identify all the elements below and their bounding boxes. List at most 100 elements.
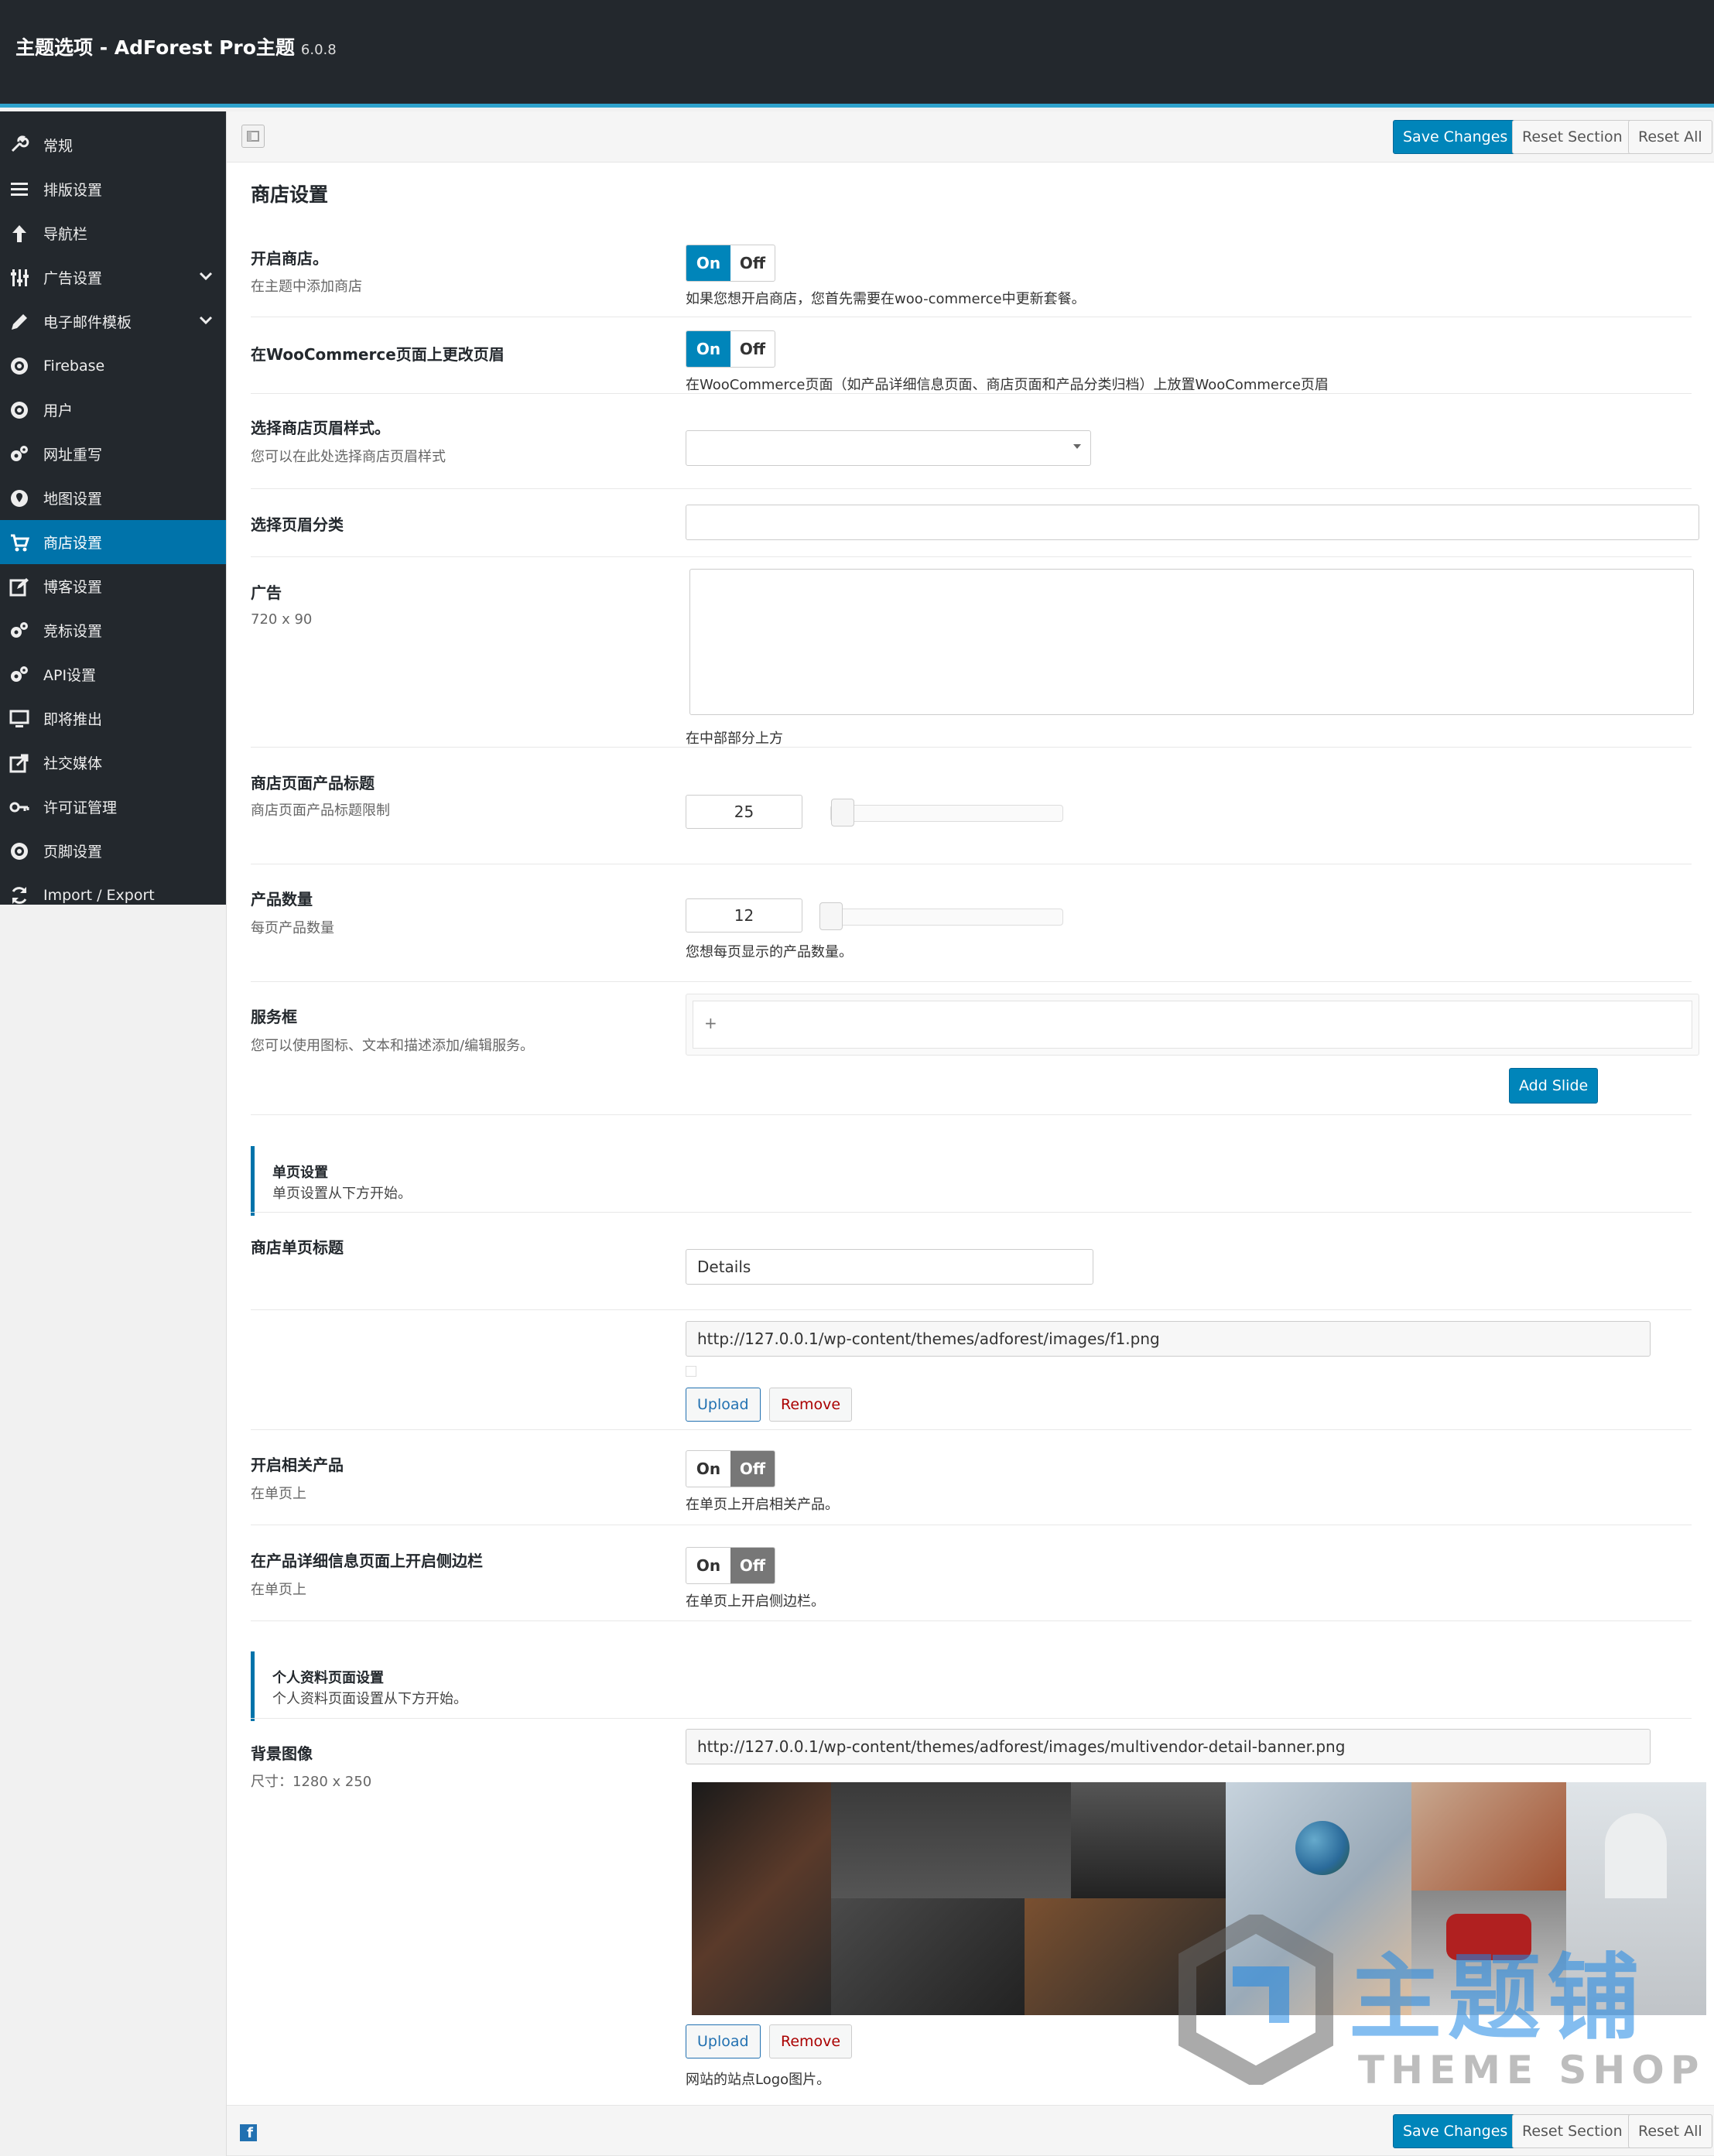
sidebar-item[interactable]: 博客设置	[0, 564, 226, 608]
header-category-label: 选择页眉分类	[251, 515, 344, 534]
divider	[251, 1718, 1692, 1719]
toggle-off[interactable]: Off	[730, 245, 775, 281]
sidebar-item[interactable]: 地图设置	[0, 476, 226, 520]
woo-header-desc: 在WooCommerce页面（如产品详细信息页面、商店页面和产品分类归档）上放置…	[686, 377, 1329, 393]
cogs-icon	[9, 665, 29, 685]
reset-section-button[interactable]: Reset Section	[1512, 120, 1633, 154]
watermark-subtext: THEME SHOP	[1358, 2048, 1705, 2093]
single-title-input[interactable]: Details	[686, 1249, 1093, 1285]
toggle-off[interactable]: Off	[730, 1548, 775, 1583]
sidebar-item[interactable]: 即将推出	[0, 696, 226, 741]
version-badge: 6.0.8	[300, 42, 337, 58]
top-toolbar: Save Changes Reset Section Reset All	[227, 111, 1714, 163]
add-slide-button[interactable]: Add Slide	[1509, 1068, 1599, 1104]
divider	[251, 747, 1692, 748]
sidebar-item[interactable]: 排版设置	[0, 167, 226, 211]
sidebar-item[interactable]: 商店设置	[0, 520, 226, 564]
divider	[251, 1309, 1692, 1310]
related-toggle[interactable]: On Off	[686, 1450, 775, 1487]
sidebar-item[interactable]: Import / Export	[0, 873, 226, 917]
sidebar-item-label: 许可证管理	[43, 799, 118, 816]
service-slide-accordion[interactable]: +	[693, 1001, 1692, 1049]
single-image-url[interactable]: http://127.0.0.1/wp-content/themes/adfor…	[686, 1321, 1651, 1357]
sliders-icon	[9, 268, 29, 288]
product-count-slider-track[interactable]	[819, 909, 1063, 926]
header-style-select[interactable]	[686, 430, 1091, 466]
divider	[251, 393, 1692, 394]
cog-circle-icon	[9, 356, 29, 376]
open-shop-toggle[interactable]: On Off	[686, 245, 775, 282]
sidebar-item-label: 电子邮件模板	[43, 314, 132, 331]
single-image-upload-button[interactable]: Upload	[686, 1388, 761, 1422]
save-changes-button[interactable]: Save Changes	[1393, 2114, 1518, 2148]
toggle-off[interactable]: Off	[730, 331, 775, 367]
toggle-on[interactable]: On	[686, 331, 730, 367]
bg-image-remove-button[interactable]: Remove	[769, 2024, 853, 2058]
product-count-input[interactable]: 12	[686, 898, 802, 933]
info-title: 个人资料页面设置	[272, 1670, 384, 1686]
reset-all-button[interactable]: Reset All	[1628, 2114, 1712, 2148]
toggle-on[interactable]: On	[686, 1451, 730, 1487]
edit-icon	[9, 577, 29, 597]
sidebar-item-label: 博客设置	[43, 579, 103, 596]
sidebar-item-label: 用户	[43, 402, 74, 419]
sidebar-item-label: API设置	[43, 667, 97, 684]
toggle-on[interactable]: On	[686, 245, 730, 281]
header-category-select[interactable]	[686, 505, 1699, 540]
divider	[251, 1620, 1692, 1621]
watermark: 主题铺 THEME SHOP	[1179, 1915, 1712, 2100]
bg-image-upload-button[interactable]: Upload	[686, 2024, 761, 2058]
sidebar-item[interactable]: 许可证管理	[0, 785, 226, 829]
woo-header-toggle[interactable]: On Off	[686, 330, 775, 368]
chevron-down-icon[interactable]	[1073, 444, 1081, 449]
info-sub: 单页设置从下方开始。	[272, 1186, 412, 1202]
sidebar-item[interactable]: 页脚设置	[0, 829, 226, 873]
save-changes-button[interactable]: Save Changes	[1393, 120, 1518, 154]
info-title: 单页设置	[272, 1165, 328, 1181]
sidebar-item-label: Firebase	[43, 357, 105, 375]
product-count-slider-handle[interactable]	[819, 902, 843, 930]
service-box-sub: 您可以使用图标、文本和描述添加/编辑服务。	[251, 1038, 535, 1054]
title-limit-slider-track[interactable]	[830, 805, 1063, 822]
sidebar-item[interactable]: 电子邮件模板	[0, 299, 226, 344]
service-box-container: +	[686, 994, 1699, 1056]
sidebar-item-label: 网址重写	[43, 447, 103, 464]
sidebar-item[interactable]: 广告设置	[0, 255, 226, 299]
reset-all-button[interactable]: Reset All	[1628, 120, 1712, 154]
sidebar-item-label: 页脚设置	[43, 844, 103, 861]
divider	[251, 1429, 1692, 1430]
related-sub: 在单页上	[251, 1486, 306, 1502]
sidebar-item[interactable]: API设置	[0, 652, 226, 696]
product-sidebar-toggle[interactable]: On Off	[686, 1547, 775, 1584]
chevron-down-icon[interactable]	[198, 313, 214, 332]
sidebar-item[interactable]: 导航栏	[0, 211, 226, 255]
title-limit-input[interactable]: 25	[686, 795, 802, 829]
sidebar-item[interactable]: 社交媒体	[0, 741, 226, 785]
sidebar-item-label: Import / Export	[43, 886, 155, 904]
sidebar-item[interactable]: 用户	[0, 388, 226, 432]
cog-circle-icon	[9, 400, 29, 420]
toggle-off[interactable]: Off	[730, 1451, 775, 1487]
title-limit-slider-handle[interactable]	[831, 799, 854, 826]
profile-settings-info: 个人资料页面设置 个人资料页面设置从下方开始。	[251, 1651, 1692, 1721]
header-style-sub: 您可以在此处选择商店页眉样式	[251, 449, 446, 465]
sidebar-item[interactable]: 常规	[0, 123, 226, 167]
bg-image-desc: 网站的站点Logo图片。	[686, 2072, 831, 2088]
ad-textarea[interactable]	[689, 569, 1694, 715]
sidebar-item[interactable]: 网址重写	[0, 432, 226, 476]
sidebar-item[interactable]: 竞标设置	[0, 608, 226, 652]
sidebar-item[interactable]: Firebase	[0, 344, 226, 388]
facebook-icon[interactable]: f	[240, 2124, 257, 2141]
reset-section-button[interactable]: Reset Section	[1512, 2114, 1633, 2148]
product-sidebar-sub: 在单页上	[251, 1582, 306, 1598]
single-image-remove-button[interactable]: Remove	[769, 1388, 853, 1422]
divider	[251, 981, 1692, 982]
wrench-icon	[9, 135, 29, 156]
plus-icon[interactable]: +	[704, 1014, 717, 1032]
bg-image-url[interactable]: http://127.0.0.1/wp-content/themes/adfor…	[686, 1729, 1651, 1764]
chevron-down-icon[interactable]	[198, 269, 214, 288]
title-limit-label: 商店页面产品标题	[251, 774, 375, 792]
toggle-on[interactable]: On	[686, 1548, 730, 1583]
expand-toggle-icon[interactable]	[241, 125, 265, 148]
cog-circle-icon	[9, 841, 29, 861]
